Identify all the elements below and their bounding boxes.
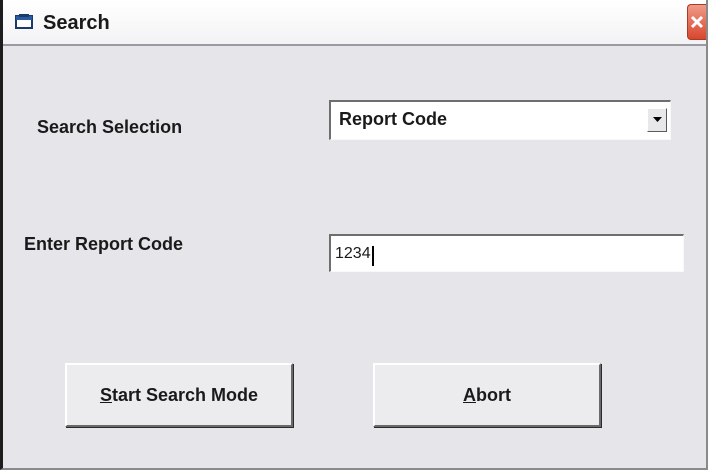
- search-selection-value: Report Code: [339, 109, 447, 129]
- text-caret: [372, 246, 374, 266]
- report-code-label: Enter Report Code: [24, 234, 184, 254]
- start-search-label: tart Search Mode: [111, 384, 259, 405]
- title-bar[interactable]: Search: [3, 0, 706, 46]
- abort-label: bort: [476, 384, 511, 405]
- search-selection-dropdown[interactable]: Report Code: [329, 100, 671, 140]
- abort-mnemonic: A: [463, 384, 476, 405]
- search-dialog: Search Search Selection Report Code Ente…: [0, 0, 708, 470]
- close-button[interactable]: [687, 4, 706, 40]
- abort-button[interactable]: Abort: [373, 363, 601, 427]
- dropdown-arrow-button[interactable]: [647, 108, 667, 132]
- close-icon: [690, 15, 704, 29]
- search-selection-label: Search Selection: [37, 117, 183, 137]
- chevron-down-icon: [653, 117, 662, 122]
- start-search-mode-button[interactable]: Start Search Mode: [65, 363, 293, 427]
- report-code-input[interactable]: [329, 234, 684, 272]
- window-title: Search: [43, 12, 110, 34]
- window-icon: [15, 13, 35, 31]
- start-search-mnemonic: S: [99, 384, 112, 405]
